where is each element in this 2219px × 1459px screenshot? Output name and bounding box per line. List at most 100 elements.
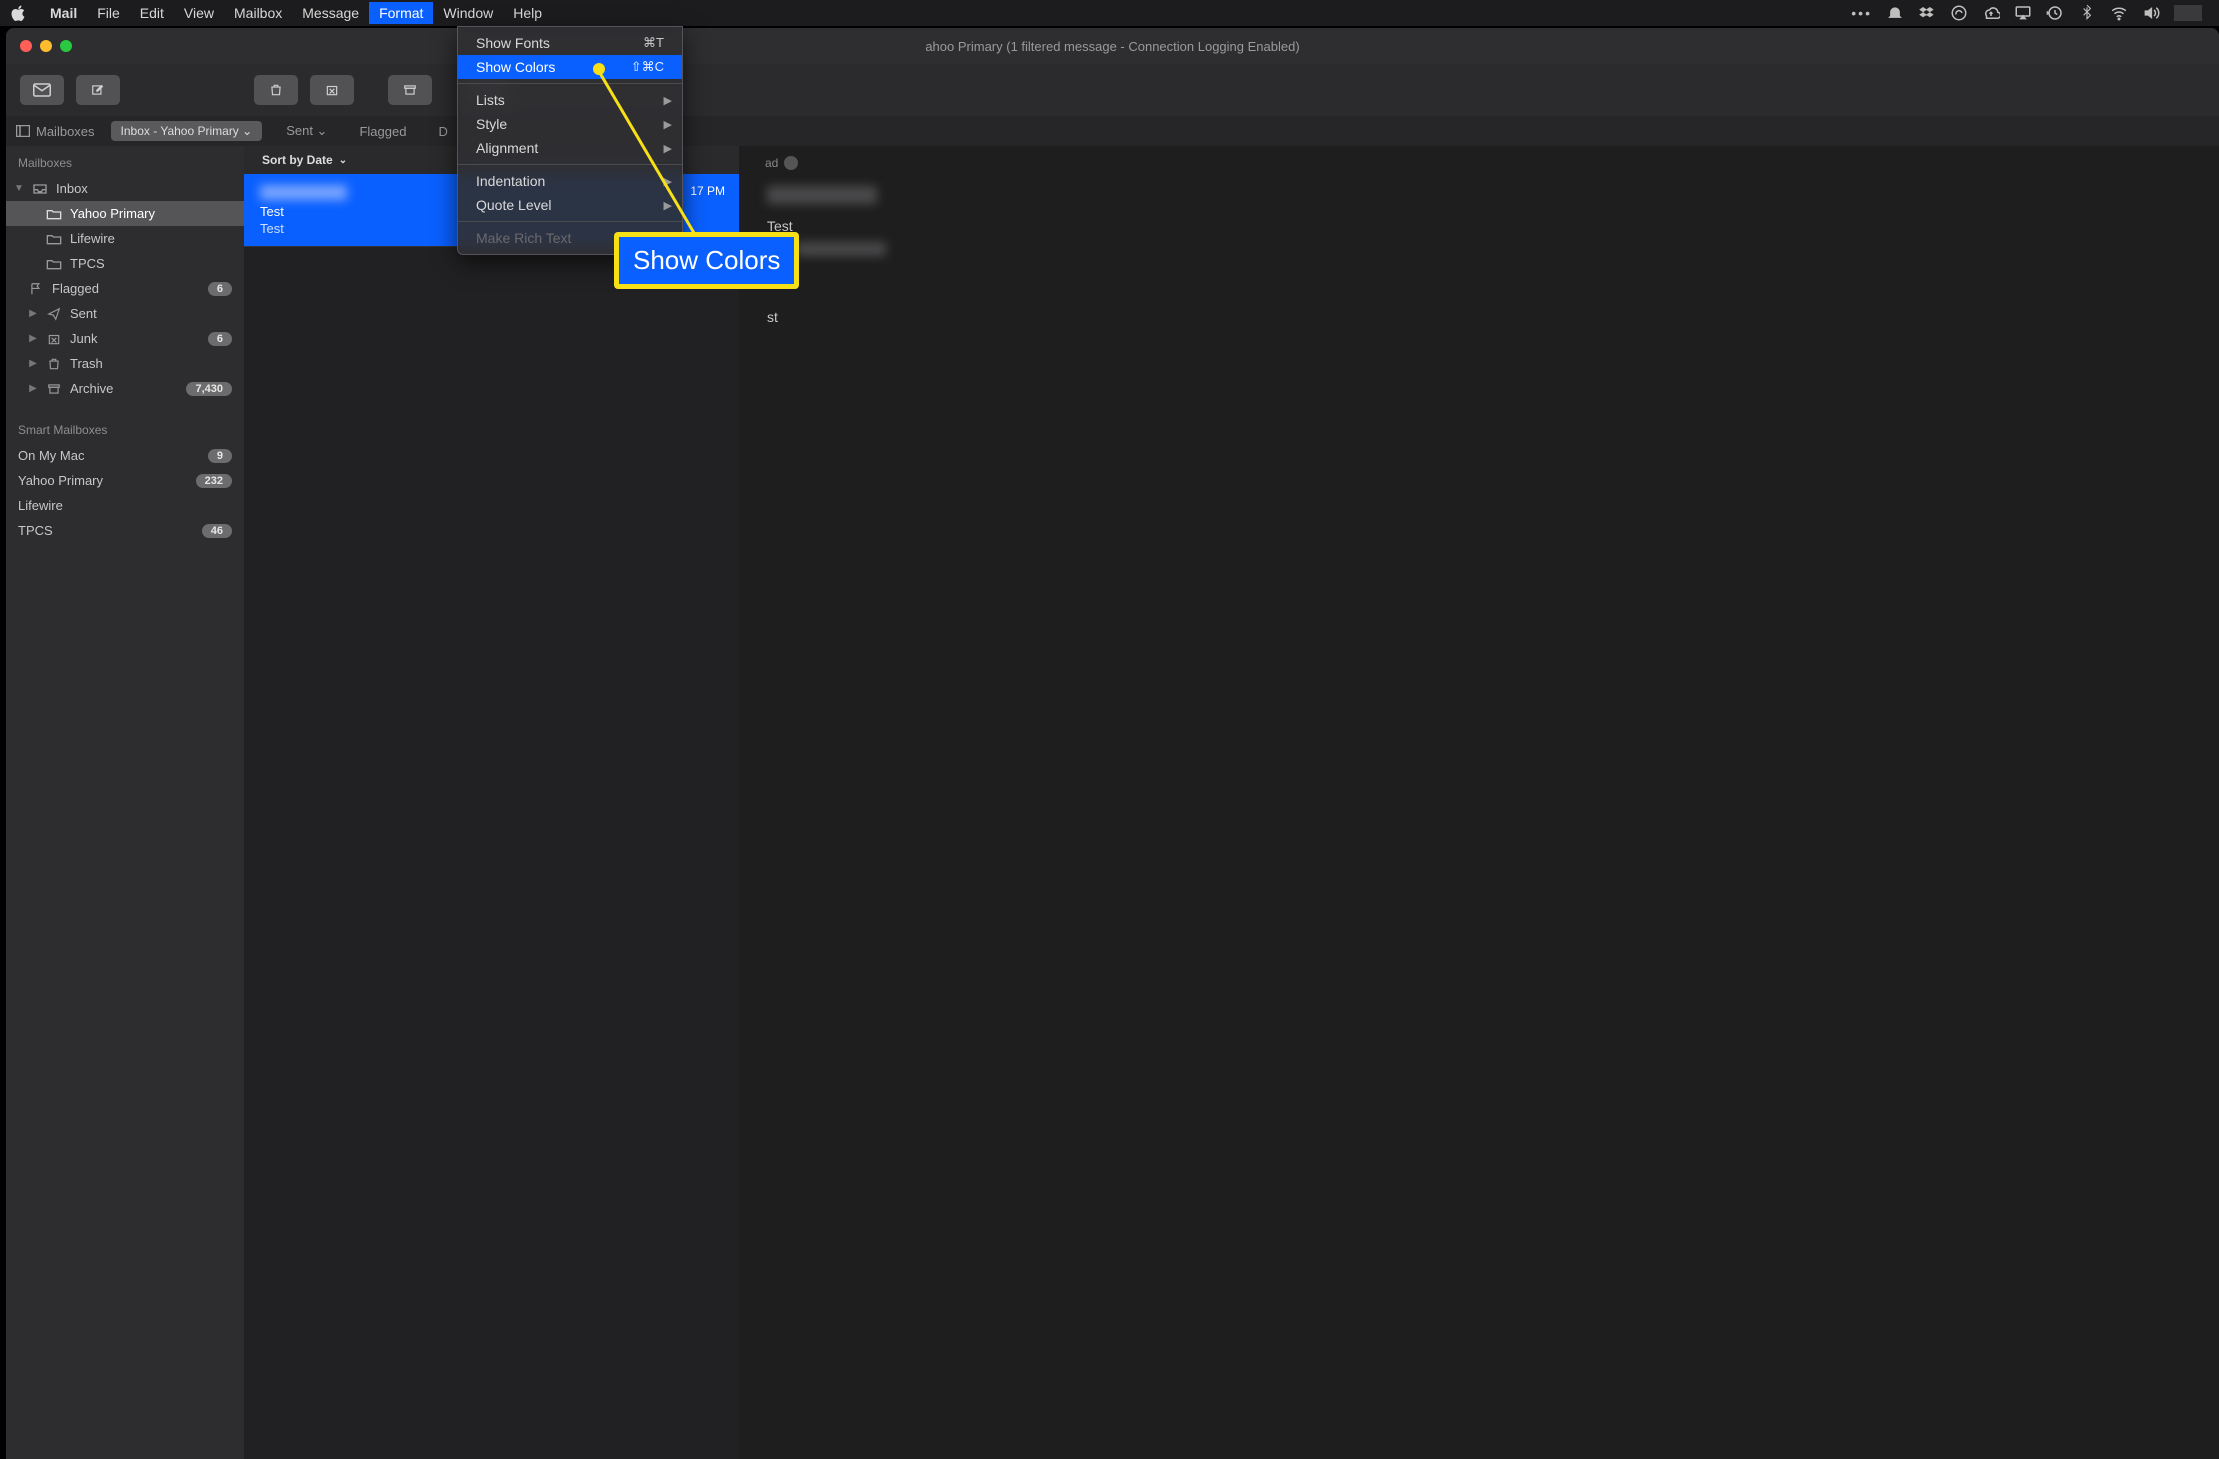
- volume-icon[interactable]: [2142, 4, 2160, 22]
- status-dots-icon[interactable]: •••: [1851, 5, 1872, 21]
- content-area: Mailboxes ▼ Inbox Yahoo Primary Lifewire…: [6, 146, 2219, 1459]
- count-badge: 232: [196, 474, 232, 488]
- menu-lists[interactable]: Lists ▶: [458, 88, 682, 112]
- sidebar-archive[interactable]: ▶ Archive 7,430: [6, 376, 244, 401]
- menu-edit[interactable]: Edit: [130, 2, 174, 24]
- disclosure-triangle-icon[interactable]: ▶: [28, 333, 38, 344]
- fav-sent[interactable]: Sent ⌄: [278, 119, 335, 143]
- window-title: ahoo Primary (1 filtered message - Conne…: [6, 39, 2219, 54]
- notification-icon[interactable]: [1886, 4, 1904, 22]
- preview-to: To:: [767, 242, 2191, 259]
- chevron-down-icon: ⌄: [339, 155, 347, 166]
- sidebar-tpcs[interactable]: TPCS: [6, 251, 244, 276]
- disclosure-triangle-icon[interactable]: ▶: [28, 358, 38, 369]
- airplay-icon[interactable]: [2014, 4, 2032, 22]
- disclosure-triangle-icon[interactable]: ▶: [28, 383, 38, 394]
- sidebar-sent[interactable]: ▶ Sent: [6, 301, 244, 326]
- status-unknown: [2174, 5, 2202, 21]
- submenu-arrow-icon: ▶: [664, 142, 672, 155]
- smart-on-my-mac[interactable]: On My Mac 9: [6, 443, 244, 468]
- sidebar-item-label: Trash: [70, 356, 232, 371]
- titlebar: ahoo Primary (1 filtered message - Conne…: [6, 28, 2219, 64]
- smart-lifewire[interactable]: Lifewire: [6, 493, 244, 518]
- traffic-lights: [20, 40, 72, 52]
- smart-yahoo-primary[interactable]: Yahoo Primary 232: [6, 468, 244, 493]
- sort-label: Sort by Date: [262, 153, 333, 167]
- menu-indentation[interactable]: Indentation▶: [458, 169, 682, 193]
- menu-file[interactable]: File: [87, 2, 130, 24]
- menu-quote-level[interactable]: Quote Level▶: [458, 193, 682, 217]
- submenu-arrow-icon: ▶: [664, 199, 672, 212]
- menu-separator: [458, 83, 682, 84]
- menu-item-label: Lists: [476, 92, 505, 108]
- zoom-window-button[interactable]: [60, 40, 72, 52]
- mailboxes-toggle[interactable]: Mailboxes: [16, 124, 95, 139]
- sidebar-junk[interactable]: ▶ Junk 6: [6, 326, 244, 351]
- junk-button[interactable]: [310, 75, 354, 105]
- cloud-upload-icon[interactable]: [1982, 4, 2000, 22]
- submenu-arrow-icon: ▶: [664, 94, 672, 107]
- sidebar-item-label: Flagged: [52, 281, 200, 296]
- sidebar-item-label: Archive: [70, 381, 178, 396]
- archive-button[interactable]: [388, 75, 432, 105]
- sidebar-yahoo-primary[interactable]: Yahoo Primary: [6, 201, 244, 226]
- inbox-selector[interactable]: Inbox - Yahoo Primary ⌄: [111, 121, 263, 141]
- menu-alignment[interactable]: Alignment ▶: [458, 136, 682, 160]
- toolbar: [6, 64, 2219, 116]
- menu-message[interactable]: Message: [292, 2, 369, 24]
- menu-style[interactable]: Style▶: [458, 112, 682, 136]
- menu-separator: [458, 164, 682, 165]
- fav-flagged[interactable]: Flagged: [351, 120, 414, 143]
- fav-drafts[interactable]: D: [430, 120, 455, 143]
- get-mail-button[interactable]: [20, 75, 64, 105]
- unread-label: ad: [765, 156, 778, 170]
- sidebar-flagged[interactable]: Flagged 6: [6, 276, 244, 301]
- menu-separator: [458, 221, 682, 222]
- menu-format[interactable]: Format: [369, 2, 433, 24]
- favorites-bar: Mailboxes Inbox - Yahoo Primary ⌄ Sent ⌄…: [6, 116, 2219, 146]
- menu-show-fonts[interactable]: Show Fonts⌘T: [458, 31, 682, 55]
- disclosure-triangle-icon[interactable]: ▶: [28, 308, 38, 319]
- menu-window[interactable]: Window: [433, 2, 503, 24]
- menu-help[interactable]: Help: [503, 2, 552, 24]
- folder-icon: [46, 257, 62, 271]
- sidebar-item-label: Yahoo Primary: [18, 473, 188, 488]
- preview-body: st: [767, 309, 2191, 325]
- sidebar-lifewire[interactable]: Lifewire: [6, 226, 244, 251]
- sidebar-header-mailboxes: Mailboxes: [6, 146, 244, 176]
- smart-tpcs[interactable]: TPCS46: [6, 518, 244, 543]
- creative-cloud-icon[interactable]: [1950, 4, 1968, 22]
- close-window-button[interactable]: [20, 40, 32, 52]
- menu-mailbox[interactable]: Mailbox: [224, 2, 292, 24]
- delete-button[interactable]: [254, 75, 298, 105]
- menu-view[interactable]: View: [174, 2, 224, 24]
- message-from: XXXXXXXXXX: [260, 185, 347, 200]
- bluetooth-icon[interactable]: [2078, 4, 2096, 22]
- menu-item-label: Show Colors: [476, 59, 555, 75]
- disclosure-triangle-icon[interactable]: ▼: [14, 183, 24, 194]
- menu-show-colors[interactable]: Show Colors⇧⌘C: [458, 55, 682, 79]
- count-badge: 6: [208, 282, 232, 296]
- submenu-arrow-icon: ▶: [664, 118, 672, 131]
- wifi-icon[interactable]: [2110, 4, 2128, 22]
- sidebar-inbox[interactable]: ▼ Inbox: [6, 176, 244, 201]
- apple-logo-icon[interactable]: [10, 5, 26, 21]
- time-machine-icon[interactable]: [2046, 4, 2064, 22]
- message-list: Sort by Date ⌄ XXXXXXXXXX 17 PM Test Tes…: [244, 146, 739, 1459]
- sidebar-trash[interactable]: ▶ Trash: [6, 351, 244, 376]
- preview-from: [767, 186, 2191, 208]
- compose-button[interactable]: [76, 75, 120, 105]
- dropbox-icon[interactable]: [1918, 4, 1936, 22]
- menubar[interactable]: Mail File Edit View Mailbox Message Form…: [0, 0, 2219, 26]
- unread-indicator[interactable]: ad: [765, 156, 798, 170]
- menu-app[interactable]: Mail: [40, 2, 87, 24]
- unread-dot-icon: [784, 156, 798, 170]
- menu-item-label: Show Fonts: [476, 35, 550, 51]
- sidebar-item-label: Yahoo Primary: [70, 206, 232, 221]
- count-badge: 9: [208, 449, 232, 463]
- sidebar-item-label: Junk: [70, 331, 200, 346]
- sidebar: Mailboxes ▼ Inbox Yahoo Primary Lifewire…: [6, 146, 244, 1459]
- menu-item-label: Alignment: [476, 140, 538, 156]
- minimize-window-button[interactable]: [40, 40, 52, 52]
- sidebar-item-label: On My Mac: [18, 448, 200, 463]
